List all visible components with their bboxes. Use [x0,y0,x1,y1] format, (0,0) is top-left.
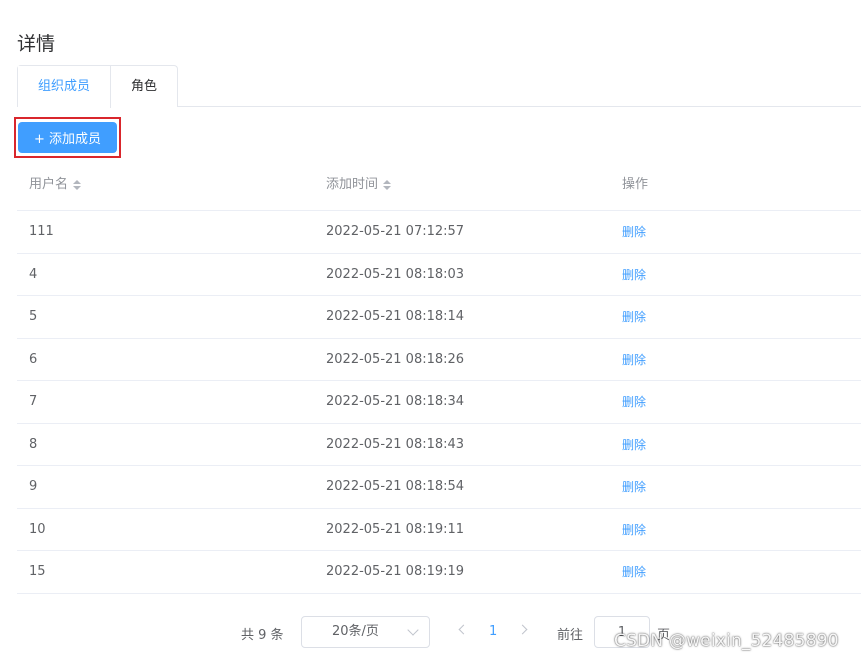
table-row: 7 2022-05-21 08:18:34 删除 [17,381,861,424]
tab-roles[interactable]: 角色 [110,66,177,108]
cell-time: 2022-05-21 08:19:11 [326,521,465,537]
tab-members[interactable]: 组织成员 [18,66,111,109]
table-row: 4 2022-05-21 08:18:03 删除 [17,254,861,296]
delete-link[interactable]: 删除 [622,254,646,296]
cell-username: 10 [29,521,46,537]
cell-username: 111 [29,224,54,239]
table-row: 6 2022-05-21 08:18:26 删除 [17,339,861,381]
column-header-time[interactable]: 添加时间 [326,160,392,210]
table-row: 9 2022-05-21 08:18:54 删除 [17,466,861,509]
table-header: 用户名 添加时间 操作 [17,160,861,211]
sort-icon[interactable] [383,180,392,190]
table-row: 111 2022-05-21 07:12:57 删除 [17,211,861,254]
pagination-total: 共 9 条 [241,628,284,643]
delete-link[interactable]: 删除 [622,509,646,551]
column-header-username[interactable]: 用户名 [29,160,82,210]
cell-time: 2022-05-21 08:18:34 [326,394,465,409]
members-table: 用户名 添加时间 操作 111 2022-05-21 07:12:57 删除 4… [17,160,861,594]
goto-label: 前往 [557,628,584,643]
cell-username: 9 [29,479,38,494]
column-header-action: 操作 [622,160,648,210]
column-header-label: 用户名 [29,177,69,192]
delete-link[interactable]: 删除 [622,381,646,423]
cell-time: 2022-05-21 08:18:43 [326,436,465,452]
chevron-down-icon [407,624,419,636]
delete-link[interactable]: 删除 [622,296,646,338]
page-title: 详情 [17,33,56,55]
cell-time: 2022-05-21 08:18:54 [326,479,465,494]
delete-link[interactable]: 删除 [622,424,646,466]
column-header-label: 操作 [622,177,649,192]
cell-time: 2022-05-21 08:18:03 [326,266,465,282]
cell-time: 2022-05-21 08:18:26 [326,351,465,367]
delete-link[interactable]: 删除 [622,466,646,508]
add-member-button[interactable]: + 添加成员 [18,122,117,153]
cell-username: 6 [29,351,38,367]
watermark: CSDN @weixin_52485890 [614,631,839,651]
table-row: 5 2022-05-21 08:18:14 删除 [17,296,861,339]
delete-link[interactable]: 删除 [622,211,646,253]
cell-username: 8 [29,436,38,452]
cell-time: 2022-05-21 08:18:14 [326,309,465,324]
delete-link[interactable]: 删除 [622,551,646,593]
cell-username: 7 [29,394,38,409]
prev-page-icon[interactable] [458,624,469,635]
column-header-label: 添加时间 [326,177,379,192]
next-page-icon[interactable] [517,624,528,635]
cell-username: 5 [29,309,38,324]
table-row: 8 2022-05-21 08:18:43 删除 [17,424,861,466]
table-row: 10 2022-05-21 08:19:11 删除 [17,509,861,551]
table-row: 15 2022-05-21 08:19:19 删除 [17,551,861,594]
tab-bar: 组织成员 角色 [17,65,861,109]
page-size-value: 20条/页 [332,624,379,639]
cell-username: 4 [29,266,38,282]
page-number-current[interactable]: 1 [489,624,497,639]
cell-time: 2022-05-21 07:12:57 [326,224,465,239]
sort-icon[interactable] [73,180,82,190]
cell-time: 2022-05-21 08:19:19 [326,564,465,579]
cell-username: 15 [29,564,46,579]
page-size-select[interactable]: 20条/页 [301,616,430,648]
delete-link[interactable]: 删除 [622,339,646,381]
tab-list: 组织成员 角色 [17,65,179,109]
table-body: 111 2022-05-21 07:12:57 删除 4 2022-05-21 … [17,211,861,594]
